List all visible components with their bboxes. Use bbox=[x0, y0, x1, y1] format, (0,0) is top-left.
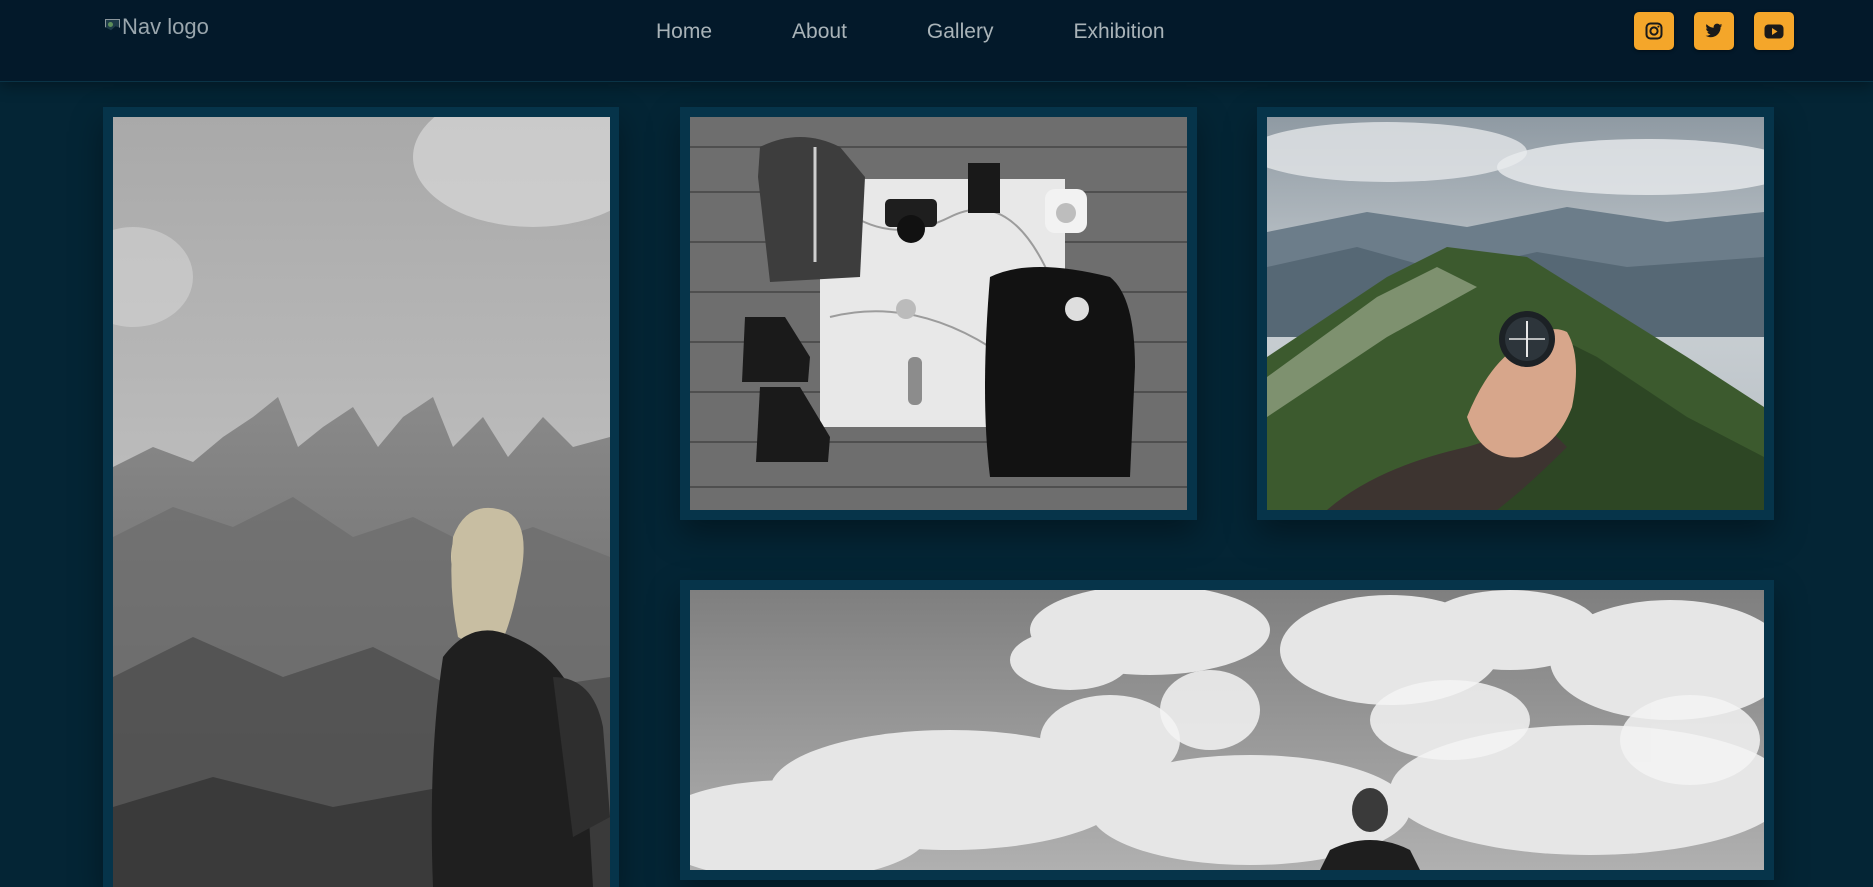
social-links bbox=[1634, 12, 1794, 50]
hiker-clouds-image bbox=[690, 590, 1764, 870]
hiker-clouds-photo[interactable] bbox=[690, 590, 1764, 870]
twitter-button[interactable] bbox=[1694, 12, 1734, 50]
nav-link-gallery[interactable]: Gallery bbox=[927, 20, 994, 44]
navigation-bar: Nav logo Home About Gallery Exhibition bbox=[0, 0, 1873, 82]
nav-logo-alt-text: Nav logo bbox=[122, 14, 209, 39]
travel-gear-flatlay-photo[interactable] bbox=[690, 117, 1187, 510]
woman-mountains-photo[interactable] bbox=[113, 117, 610, 887]
nav-menu: Home About Gallery Exhibition bbox=[656, 20, 1245, 44]
twitter-icon bbox=[1705, 23, 1723, 38]
broken-image-icon bbox=[104, 18, 122, 36]
instagram-button[interactable] bbox=[1634, 12, 1674, 50]
compass-mountain-photo[interactable] bbox=[1267, 117, 1764, 510]
youtube-icon bbox=[1764, 24, 1784, 38]
nav-logo[interactable]: Nav logo bbox=[104, 14, 209, 40]
compass-mountain-image bbox=[1267, 117, 1764, 510]
travel-gear-image bbox=[690, 117, 1187, 510]
nav-link-exhibition[interactable]: Exhibition bbox=[1073, 20, 1164, 44]
youtube-button[interactable] bbox=[1754, 12, 1794, 50]
woman-mountains-image bbox=[113, 117, 610, 887]
nav-link-about[interactable]: About bbox=[792, 20, 847, 44]
nav-link-home[interactable]: Home bbox=[656, 20, 712, 44]
instagram-icon bbox=[1645, 22, 1663, 40]
